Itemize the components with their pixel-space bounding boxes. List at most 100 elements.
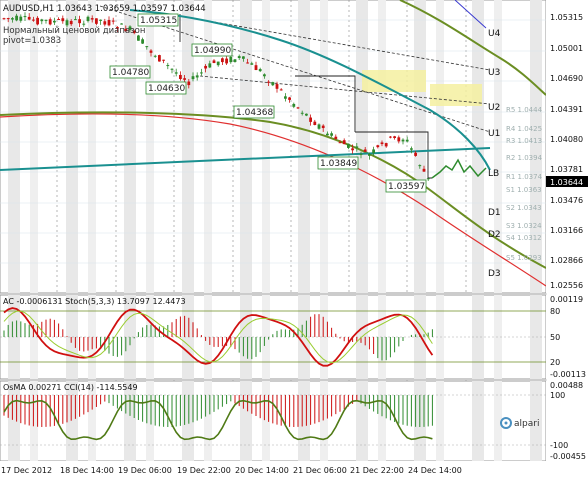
session-band — [88, 0, 96, 293]
candle-body — [187, 81, 191, 86]
candle-body — [414, 152, 417, 156]
session-band — [124, 381, 136, 461]
svg-text:R4 1.0425: R4 1.0425 — [506, 125, 542, 133]
price-tick: 1.03166 — [550, 226, 583, 235]
candle-body — [338, 142, 342, 144]
candle-body — [57, 18, 60, 20]
price-label: 1.05315 — [140, 16, 177, 26]
candle-body — [418, 165, 422, 167]
level-d3: D3 — [488, 269, 501, 279]
candle-body — [86, 16, 90, 22]
price-tick: 1.05315 — [550, 13, 583, 22]
svg-text:S5 1.0293: S5 1.0293 — [506, 254, 542, 262]
candle-body — [216, 61, 220, 66]
svg-text:S4 1.0312: S4 1.0312 — [506, 234, 542, 242]
session-band — [414, 0, 426, 293]
time-tick: 21 Dec 06:00 — [293, 466, 347, 475]
current-price: 1.03644 — [550, 178, 583, 187]
candle-body — [15, 15, 18, 21]
svg-text:R2 1.0394: R2 1.0394 — [506, 154, 543, 162]
session-band — [240, 381, 252, 461]
candle-body — [426, 178, 430, 180]
candle-body — [317, 124, 321, 129]
candle-body — [288, 97, 291, 100]
candle-body — [233, 59, 237, 62]
candle-body — [36, 17, 39, 25]
candle-body — [195, 75, 199, 78]
candle-body — [309, 117, 312, 122]
session-band — [66, 381, 78, 461]
candle-body — [372, 149, 375, 154]
candle-body — [107, 20, 111, 26]
candle-body — [90, 18, 94, 20]
candle-body — [368, 153, 371, 156]
candle-body — [74, 19, 77, 21]
price-tick: 1.03781 — [550, 165, 583, 174]
session-band — [472, 381, 484, 461]
candle-body — [69, 20, 73, 25]
candle-body — [363, 149, 367, 152]
candle-body — [237, 56, 241, 59]
svg-text:R1 1.0374: R1 1.0374 — [506, 173, 543, 181]
candle-body — [40, 19, 44, 22]
candle-body — [120, 23, 123, 25]
pivot-zone-upper — [362, 70, 426, 92]
price-tick: 1.02866 — [550, 256, 583, 265]
candle-body — [145, 46, 149, 48]
svg-text:S3 1.0324: S3 1.0324 — [506, 222, 542, 230]
candle-body — [321, 125, 325, 129]
candle-body — [11, 18, 14, 20]
svg-text:0.00488: 0.00488 — [550, 381, 583, 390]
candle-body — [258, 69, 262, 72]
candle-body — [359, 153, 363, 155]
candle-body — [200, 72, 203, 74]
session-band — [320, 381, 328, 461]
candle-body — [271, 82, 275, 86]
candle-body — [296, 107, 300, 109]
candle-body — [305, 113, 308, 116]
candle-body — [32, 19, 35, 21]
session-band — [182, 381, 194, 461]
price-label: 1.04368 — [236, 108, 273, 118]
candle-body — [208, 63, 212, 68]
candle-body — [389, 136, 392, 138]
pivot-label: pivot=1.0383 — [3, 36, 61, 46]
candle-body — [393, 136, 396, 139]
candle-body — [254, 65, 258, 71]
candle-body — [191, 76, 195, 80]
candle-body — [158, 55, 161, 62]
ac-stochastic-panel[interactable]: AC -0.0006131 Stoch(5,3,3) 13.7097 12.44… — [0, 294, 588, 380]
candle-body — [246, 62, 249, 64]
session-band — [356, 381, 368, 461]
candle-body — [2, 18, 6, 20]
price-tick: 1.05001 — [550, 44, 583, 53]
session-band — [262, 0, 270, 293]
price-label: 1.04780 — [112, 68, 149, 78]
candle-body — [111, 20, 115, 22]
price-tick: 1.02556 — [550, 281, 583, 290]
candle-body — [19, 16, 23, 21]
candle-body — [61, 18, 65, 22]
candle-body — [78, 19, 81, 24]
session-band — [240, 0, 252, 293]
price-axis[interactable]: 1.05315 1.05001 1.04690 1.04391 1.04080 … — [546, 0, 588, 293]
session-band — [436, 0, 444, 293]
session-band — [146, 0, 154, 293]
candle-body — [330, 133, 333, 136]
candle-body — [292, 103, 296, 107]
osma-cci-panel[interactable]: OsMA 0.00271 CCI(14) -114.5549 0.00488 1… — [0, 380, 588, 462]
session-band — [436, 381, 444, 461]
time-tick: 19 Dec 06:00 — [118, 466, 172, 475]
candle-body — [141, 39, 144, 44]
candle-body — [65, 20, 69, 26]
candle-body — [279, 89, 283, 91]
candle-body — [275, 84, 279, 89]
indicator-name: Нормальный ценовой диапазон — [3, 26, 145, 36]
candle-body — [204, 65, 207, 69]
price-label: 1.03597 — [388, 182, 425, 192]
time-axis[interactable]: 17 Dec 2012 18 Dec 14:00 19 Dec 06:00 19… — [0, 461, 588, 480]
session-band — [494, 0, 502, 293]
candle-body — [99, 19, 102, 21]
candle-body — [422, 168, 426, 172]
trading-terminal: 1.05315 1.04990 1.04780 1.04630 1.04368 … — [0, 0, 588, 480]
